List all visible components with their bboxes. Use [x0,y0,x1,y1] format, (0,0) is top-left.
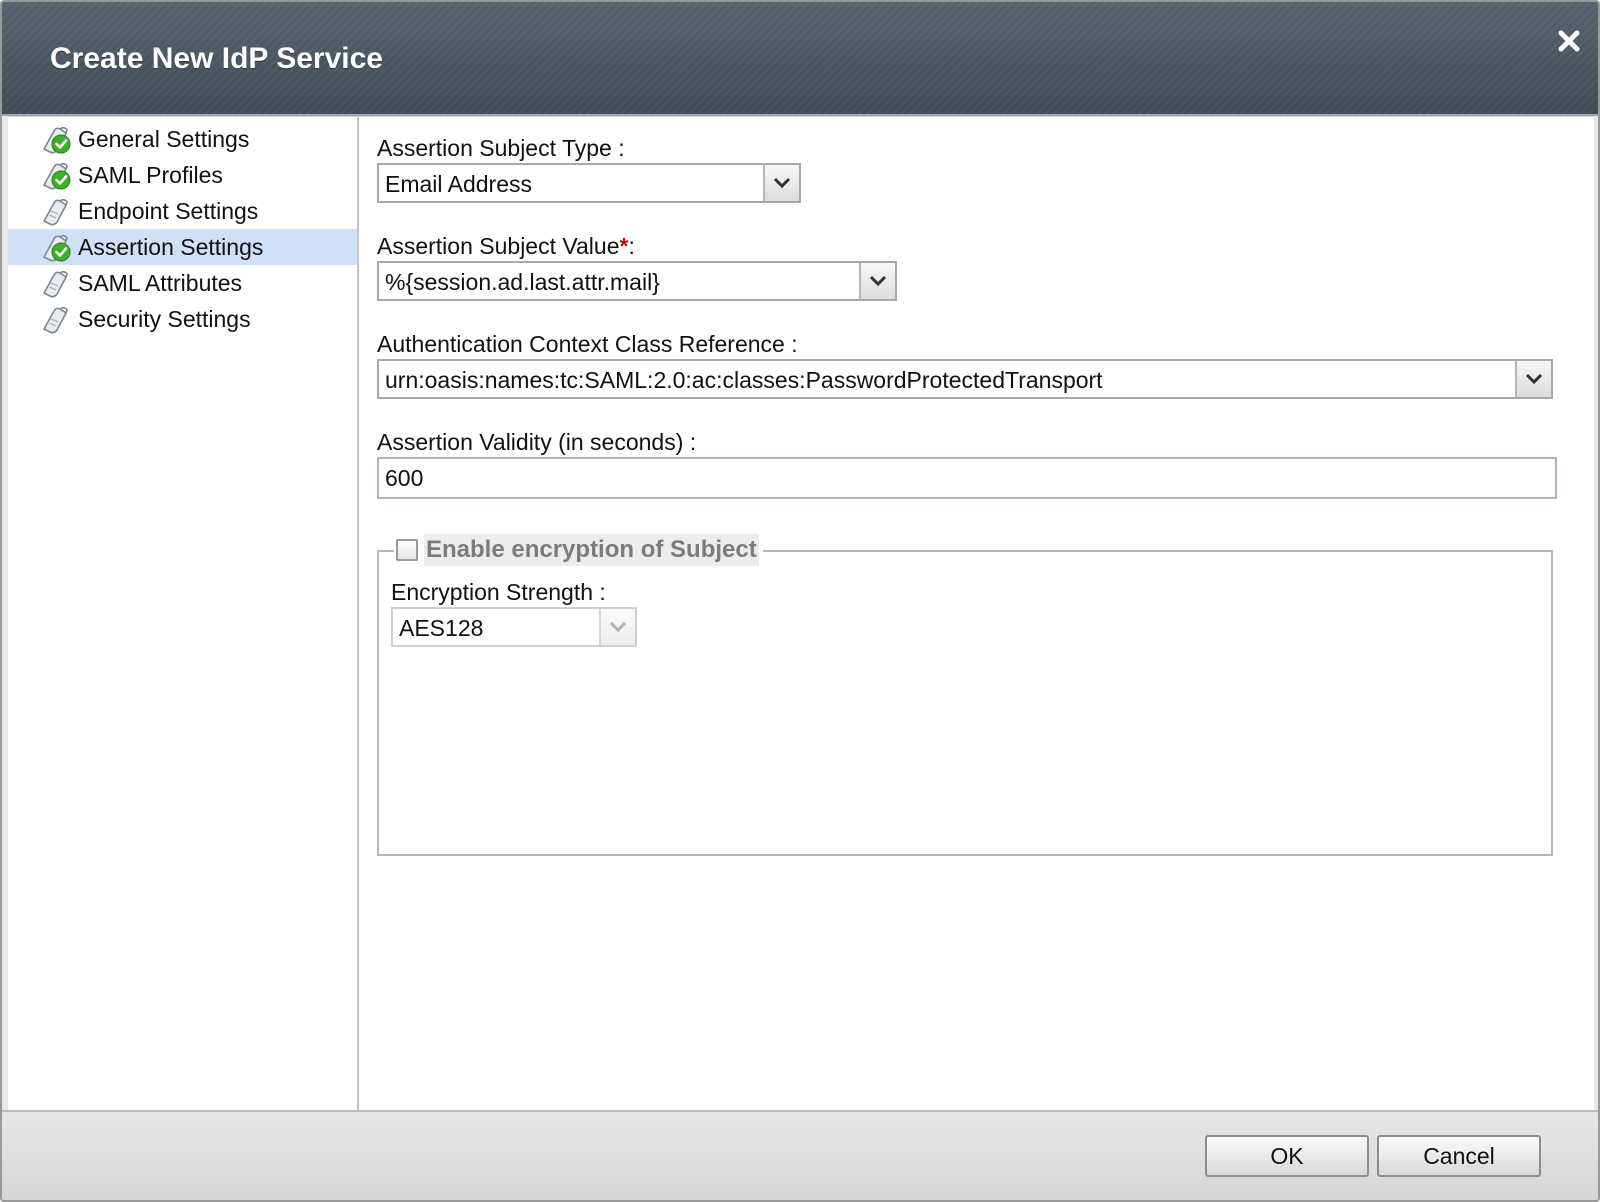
nav-item-assertion-settings[interactable]: Assertion Settings [8,229,357,265]
validity-field [377,457,1557,499]
subject-value-label: Assertion Subject Value*: [377,233,635,260]
nav-item-endpoint-settings[interactable]: Endpoint Settings [8,193,357,229]
cancel-button[interactable]: Cancel [1377,1135,1541,1177]
check-doc-icon [42,126,71,154]
dropdown-arrow[interactable] [859,263,895,299]
validity-input[interactable] [379,459,1555,497]
dialog-body: General Settings SAML Profiles Endpoint … [8,116,1594,1111]
create-idp-service-dialog: Create New IdP Service General Settings [0,0,1600,1202]
nav-item-security-settings[interactable]: Security Settings [8,301,357,337]
auth-context-value: urn:oasis:names:tc:SAML:2.0:ac:classes:P… [385,367,1103,393]
check-doc-icon [42,234,71,262]
subject-type-select[interactable]: Email Address [377,163,801,203]
ok-button[interactable]: OK [1205,1135,1369,1177]
subject-type-label: Assertion Subject Type : [377,135,625,161]
chevron-down-icon [609,621,627,633]
dialog-title: Create New IdP Service [50,42,383,75]
chevron-down-icon [869,275,887,287]
subject-value-label-text: Assertion Subject Value [377,233,620,259]
dropdown-arrow[interactable] [763,165,799,201]
doc-icon [42,306,68,334]
close-icon [1558,30,1580,52]
doc-icon [42,270,68,298]
subject-type-value: Email Address [385,171,533,197]
chevron-down-icon [773,177,791,189]
encryption-legend: Enable encryption of Subject [394,533,763,567]
subject-value-combobox[interactable]: %{session.ad.last.attr.mail} [377,261,897,301]
dialog-footer: OK Cancel [2,1110,1598,1200]
chevron-down-icon [1525,373,1543,385]
subject-value-value: %{session.ad.last.attr.mail} [385,269,660,295]
subject-value-label-suffix: : [628,233,635,259]
dropdown-arrow[interactable] [599,609,635,645]
doc-icon [42,198,68,226]
nav-item-general-settings[interactable]: General Settings [8,121,357,157]
nav-item-label: Endpoint Settings [78,197,259,224]
nav-item-label: General Settings [78,125,250,152]
encryption-strength-select[interactable]: AES128 [391,607,637,647]
check-doc-icon [42,162,71,190]
nav-item-label: Security Settings [78,305,251,332]
validity-label: Assertion Validity (in seconds) : [377,429,697,455]
settings-nav: General Settings SAML Profiles Endpoint … [8,117,359,1111]
auth-context-select[interactable]: urn:oasis:names:tc:SAML:2.0:ac:classes:P… [377,359,1553,399]
nav-item-label: SAML Profiles [78,161,223,188]
enable-encryption-checkbox[interactable] [396,539,418,561]
encryption-strength-label: Encryption Strength : [391,579,606,605]
dialog-titlebar: Create New IdP Service [2,2,1598,116]
nav-item-label: SAML Attributes [78,269,243,296]
auth-context-label: Authentication Context Class Reference : [377,331,798,357]
dropdown-arrow[interactable] [1515,361,1551,397]
encryption-strength-value: AES128 [399,615,484,641]
close-button[interactable] [1554,26,1584,56]
assertion-settings-form: Assertion Subject Type : Email Address A… [358,117,1594,1111]
nav-item-saml-attributes[interactable]: SAML Attributes [8,265,357,301]
nav-item-label: Assertion Settings [78,233,264,260]
enable-encryption-label[interactable]: Enable encryption of Subject [424,534,759,566]
nav-item-saml-profiles[interactable]: SAML Profiles [8,157,357,193]
